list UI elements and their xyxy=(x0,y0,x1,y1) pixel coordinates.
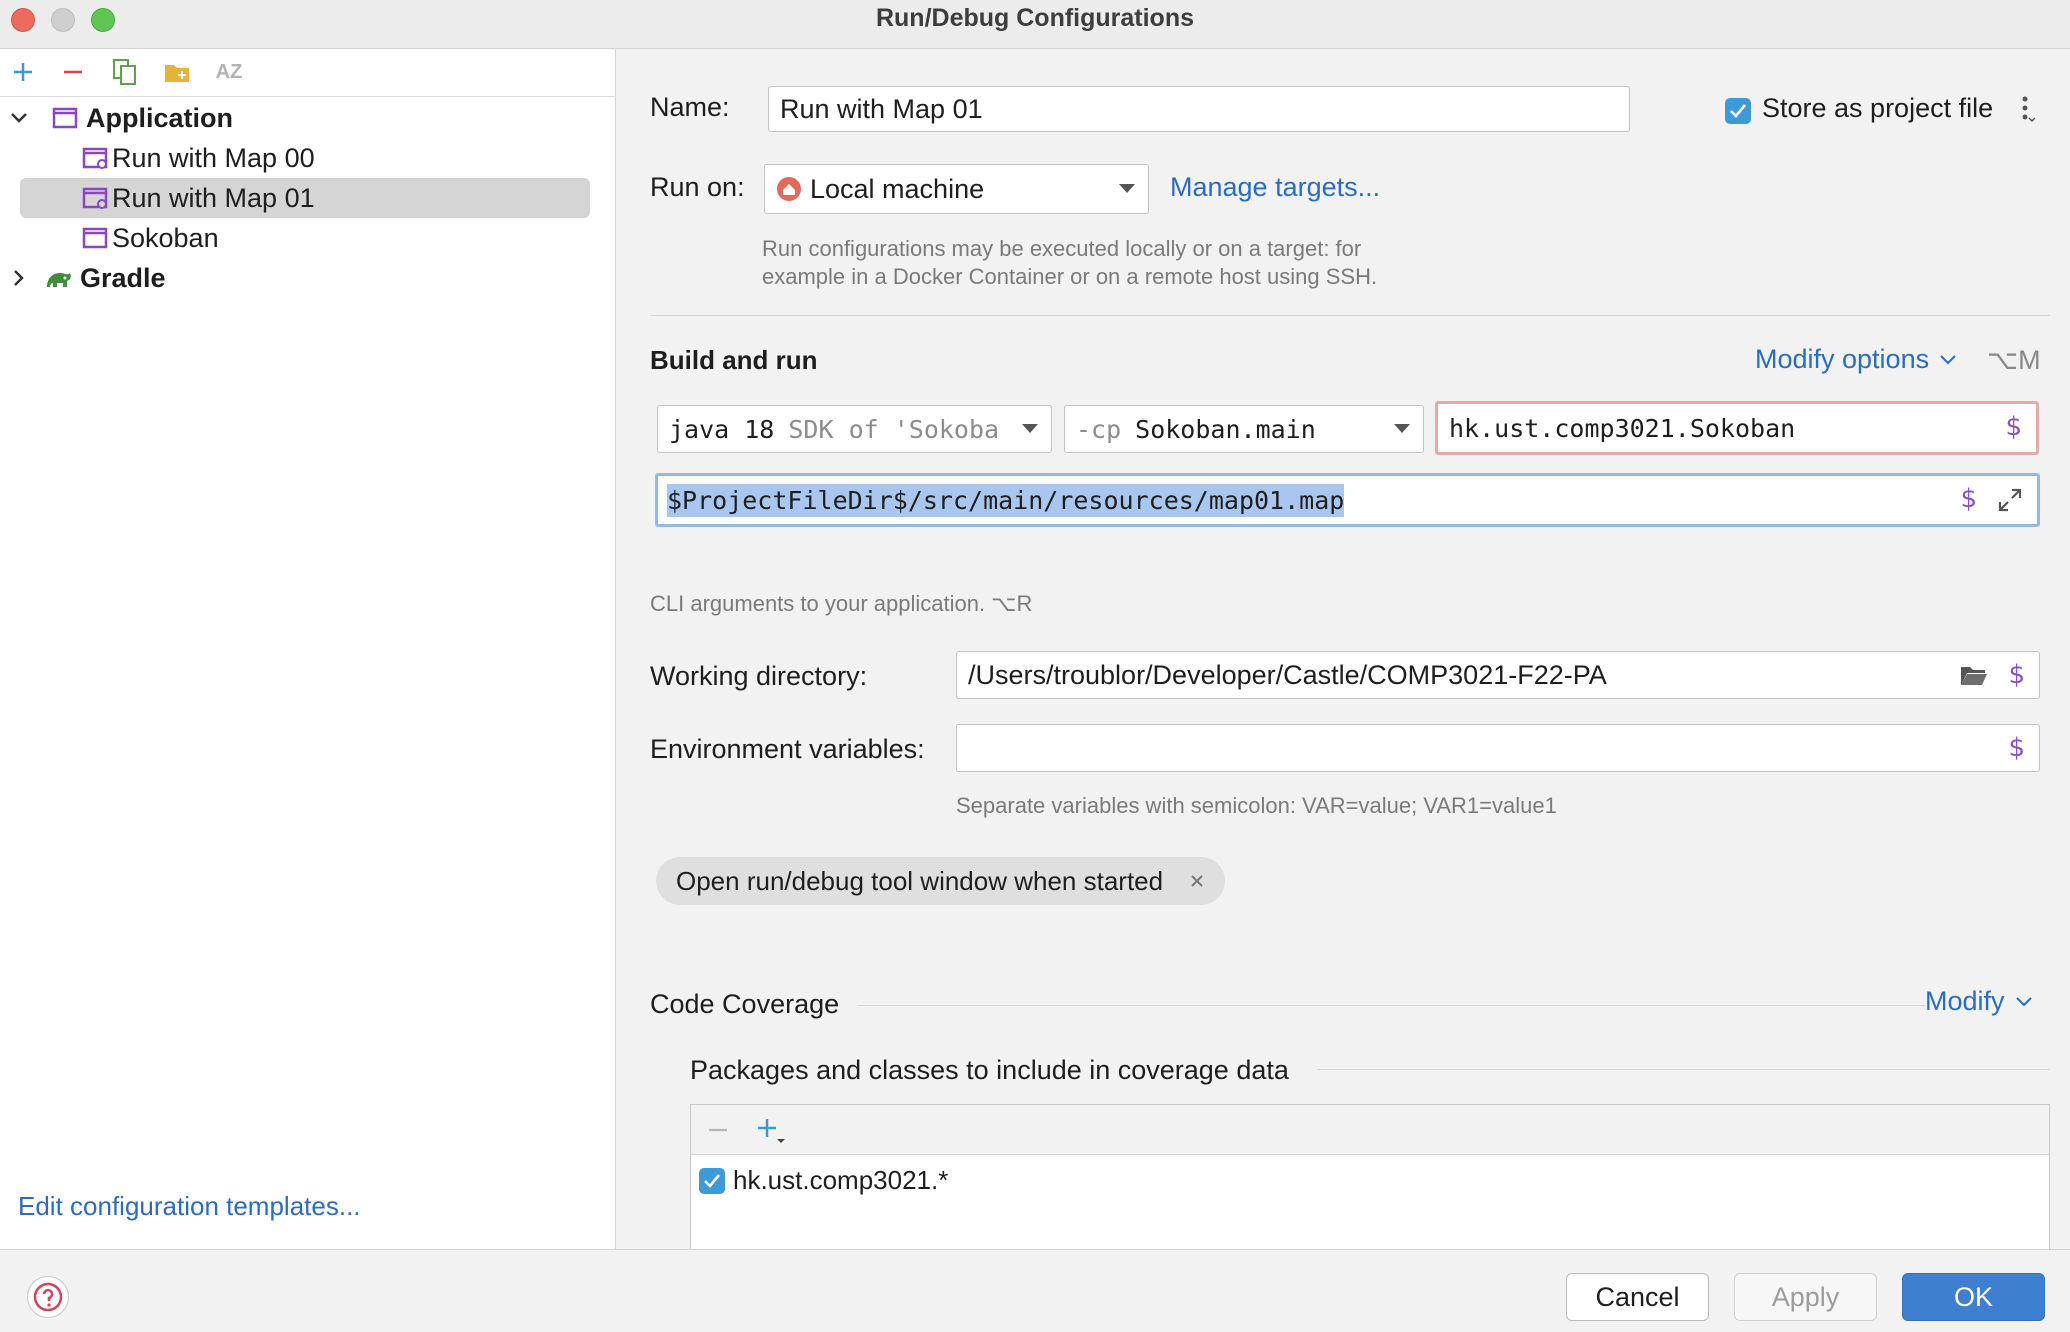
coverage-modify-link[interactable]: Modify xyxy=(1925,986,2033,1017)
tree-label-gradle: Gradle xyxy=(80,262,166,293)
tree-item-sokoban[interactable]: Sokoban xyxy=(82,219,219,257)
remove-icon[interactable] xyxy=(707,1119,729,1141)
add-dropdown-icon[interactable] xyxy=(757,1117,787,1145)
folder-open-icon[interactable] xyxy=(1959,663,1989,687)
cancel-button[interactable]: Cancel xyxy=(1566,1273,1709,1321)
classpath-module-dropdown[interactable]: -cp Sokoban.main xyxy=(1064,405,1424,453)
working-directory-label: Working directory: xyxy=(650,661,868,691)
modify-options-shortcut: ⌥M xyxy=(1987,345,2041,375)
chevron-down-icon xyxy=(1940,354,1956,364)
chevron-right-icon[interactable] xyxy=(8,267,30,289)
close-icon[interactable] xyxy=(1189,873,1205,889)
expand-icon[interactable] xyxy=(1997,487,2023,513)
sort-alphabetically-icon[interactable]: A͏Z xyxy=(214,57,244,87)
dropdown-arrow-icon xyxy=(1394,424,1410,433)
home-icon xyxy=(777,177,801,201)
copy-icon[interactable] xyxy=(110,57,140,87)
jdk-dropdown[interactable]: java 18 SDK of 'Sokoba xyxy=(657,405,1052,453)
run-on-hint-line-2: example in a Docker Container or on a re… xyxy=(762,264,1378,289)
insert-macro-icon[interactable]: $ xyxy=(2008,660,2025,690)
coverage-patterns-list: hk.ust.comp3021.* xyxy=(690,1104,2050,1249)
window-title: Run/Debug Configurations xyxy=(875,4,1195,32)
run-on-hint-line-1: Run configurations may be executed local… xyxy=(762,236,1362,261)
apply-button[interactable]: Apply xyxy=(1734,1273,1877,1321)
remove-icon[interactable] xyxy=(58,57,88,87)
coverage-packages-title: Packages and classes to include in cover… xyxy=(690,1055,1289,1085)
dropdown-arrow-icon xyxy=(1022,424,1038,433)
sidebar-toolbar: A͏Z xyxy=(0,49,615,97)
application-icon xyxy=(82,227,108,249)
classpath-module: Sokoban.main xyxy=(1135,414,1316,444)
classpath-prefix: -cp xyxy=(1076,414,1122,444)
temporary-config-icon xyxy=(82,147,108,169)
insert-macro-icon[interactable]: $ xyxy=(2008,733,2025,763)
dropdown-arrow-icon xyxy=(1119,184,1135,193)
separator xyxy=(1317,1069,2050,1070)
insert-macro-icon[interactable]: $ xyxy=(2005,412,2022,442)
code-coverage-title: Code Coverage xyxy=(650,989,840,1019)
coverage-entry-pattern: hk.ust.comp3021.* xyxy=(733,1165,949,1195)
run-on-dropdown[interactable]: Local machine xyxy=(764,164,1149,214)
tree-item-label: Run with Map 00 xyxy=(112,142,315,173)
edit-configuration-templates-link[interactable]: Edit configuration templates... xyxy=(18,1191,361,1222)
run-on-label: Run on: xyxy=(650,172,745,202)
modify-options-link[interactable]: Modify options xyxy=(1755,344,1957,375)
build-and-run-title: Build and run xyxy=(650,345,818,375)
working-directory-value: /Users/troublor/Developer/Castle/COMP302… xyxy=(968,659,1607,690)
name-input[interactable]: Run with Map 01 xyxy=(768,86,1630,132)
working-directory-input[interactable]: /Users/troublor/Developer/Castle/COMP302… xyxy=(956,651,2040,699)
add-icon[interactable] xyxy=(8,57,38,87)
configuration-editor: Name: Run with Map 01 Store as project f… xyxy=(617,49,2070,1249)
application-icon xyxy=(52,107,78,129)
chip-label: Open run/debug tool window when started xyxy=(676,865,1164,896)
configurations-sidebar: A͏Z Application Run with Map 00 Run with… xyxy=(0,49,616,1249)
checkmark-icon xyxy=(1730,104,1747,118)
tree-label-application: Application xyxy=(86,102,233,133)
jdk-version: java 18 xyxy=(669,414,775,444)
environment-variables-label: Environment variables: xyxy=(650,734,925,764)
modify-options-label: Modify options xyxy=(1755,344,1930,374)
tree-node-application[interactable]: Application xyxy=(8,99,233,137)
help-icon xyxy=(33,1282,63,1312)
coverage-list-toolbar xyxy=(691,1105,2049,1155)
tree-item-run-with-map-01[interactable]: Run with Map 01 xyxy=(82,179,315,217)
ok-button[interactable]: OK xyxy=(1902,1273,2045,1321)
manage-targets-link[interactable]: Manage targets... xyxy=(1170,172,1380,203)
separator xyxy=(650,315,2050,316)
tree-item-run-with-map-00[interactable]: Run with Map 00 xyxy=(82,139,315,177)
new-folder-icon[interactable] xyxy=(162,57,192,87)
coverage-entry-checkbox[interactable] xyxy=(699,1167,725,1194)
chevron-down-icon xyxy=(2015,996,2032,1006)
main-class-value: hk.ust.comp3021.Sokoban xyxy=(1449,413,1796,443)
environment-variables-hint: Separate variables with semicolon: VAR=v… xyxy=(956,793,1557,818)
store-as-project-file-label[interactable]: Store as project file xyxy=(1762,93,1993,124)
separator xyxy=(857,1005,1925,1006)
environment-variables-input[interactable]: $ xyxy=(956,724,2040,772)
tree-item-label: Sokoban xyxy=(112,222,219,253)
title-bar: Run/Debug Configurations xyxy=(0,0,2070,49)
tree-node-gradle[interactable]: Gradle xyxy=(8,259,166,297)
coverage-entry[interactable]: hk.ust.comp3021.* xyxy=(699,1165,948,1196)
temporary-config-icon xyxy=(82,187,108,209)
coverage-modify-label: Modify xyxy=(1925,986,2005,1016)
help-button[interactable] xyxy=(27,1276,69,1318)
chevron-down-icon[interactable] xyxy=(8,107,30,129)
tree-item-label: Run with Map 01 xyxy=(112,182,315,213)
more-options-icon[interactable] xyxy=(2019,94,2036,129)
program-arguments-input[interactable]: $ProjectFileDir$/src/main/resources/map0… xyxy=(655,473,2040,527)
gradle-elephant-icon xyxy=(47,273,71,287)
jdk-source: SDK of 'Sokoba xyxy=(788,414,1000,444)
open-tool-window-option-chip[interactable]: Open run/debug tool window when started xyxy=(656,857,1226,905)
dialog-button-bar: Cancel Apply OK xyxy=(0,1249,2070,1332)
main-class-input[interactable]: hk.ust.comp3021.Sokoban $ xyxy=(1435,401,2039,455)
run-on-value: Local machine xyxy=(810,173,985,204)
insert-macro-icon[interactable]: $ xyxy=(1960,484,1977,514)
program-arguments-value: $ProjectFileDir$/src/main/resources/map0… xyxy=(667,483,1345,517)
program-arguments-hint: CLI arguments to your application. ⌥R xyxy=(650,591,1033,616)
checkmark-icon xyxy=(704,1173,721,1188)
name-label: Name: xyxy=(650,92,730,122)
store-as-project-file-checkbox[interactable] xyxy=(1725,98,1751,124)
